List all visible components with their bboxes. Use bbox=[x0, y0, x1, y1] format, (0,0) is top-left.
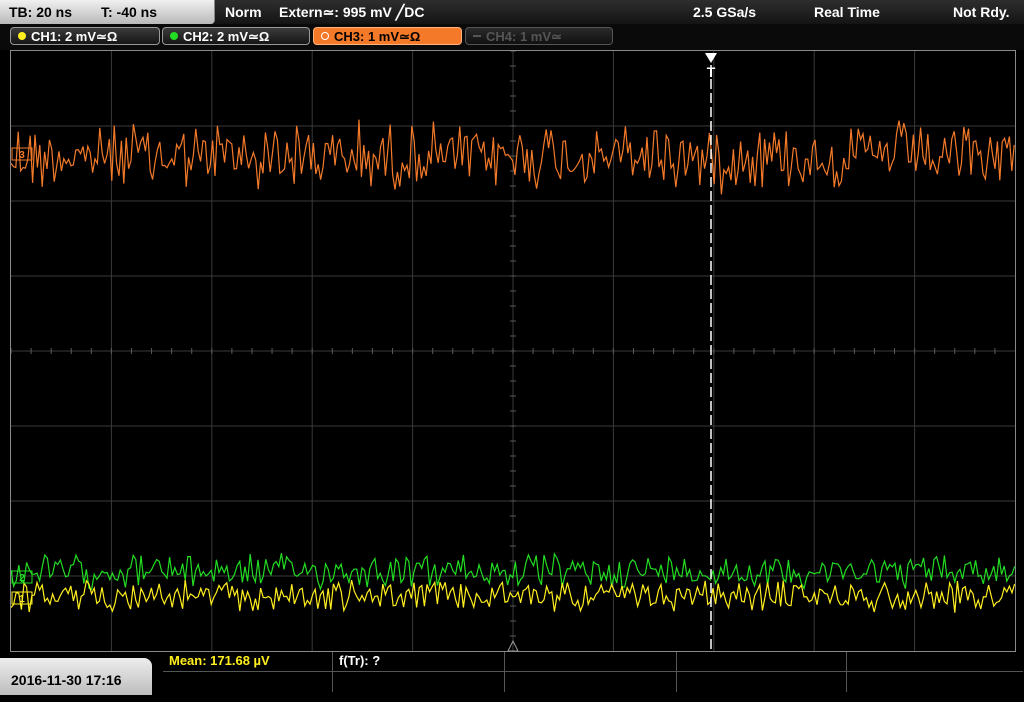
channel-2-indicator-icon bbox=[170, 32, 178, 40]
channel-3-label: CH3: 1 mV≃Ω bbox=[334, 29, 421, 44]
measurement-slot[interactable] bbox=[677, 672, 847, 692]
measurement-slot[interactable] bbox=[847, 672, 1023, 692]
measurement-slot[interactable] bbox=[847, 652, 1023, 672]
mean-measurement[interactable]: Mean: 171.68 µV bbox=[163, 652, 333, 672]
timebase-value[interactable]: TB: 20 ns bbox=[9, 0, 72, 24]
date-time: 2016-11-30 17:16 bbox=[0, 658, 152, 695]
channel-2-level-marker-label: 2 bbox=[19, 573, 25, 584]
trigger-status: Not Rdy. bbox=[953, 4, 1010, 20]
trigger-marker-label: T bbox=[707, 64, 716, 80]
measurement-bar: 2016-11-30 17:16 Mean: 171.68 µV f(Tr): … bbox=[0, 652, 1024, 695]
channel-2-label: CH2: 2 mV≃Ω bbox=[183, 29, 270, 44]
measurement-slot[interactable] bbox=[163, 672, 333, 692]
waveform-canvas[interactable]: T 3 2 1 bbox=[11, 51, 1015, 651]
channel-2-level-marker: 2 bbox=[11, 570, 33, 584]
measurement-table: Mean: 171.68 µV f(Tr): ? bbox=[163, 652, 1023, 695]
channel-1-tab[interactable]: CH1: 2 mV≃Ω bbox=[10, 27, 160, 45]
waveform-display[interactable]: T 3 2 1 bbox=[10, 50, 1016, 652]
measurement-slot[interactable] bbox=[677, 652, 847, 672]
channel-2-tab[interactable]: CH2: 2 mV≃Ω bbox=[162, 27, 310, 45]
channel-tabs: CH1: 2 mV≃Ω CH2: 2 mV≃Ω CH3: 1 mV≃Ω CH4:… bbox=[0, 24, 1024, 50]
frequency-measurement[interactable]: f(Tr): ? bbox=[333, 652, 505, 672]
sample-rate: 2.5 GSa/s bbox=[693, 4, 757, 20]
acquisition-type: Real Time bbox=[814, 4, 880, 20]
measurement-slot[interactable] bbox=[505, 672, 677, 692]
channel-4-tab[interactable]: CH4: 1 mV≃ bbox=[465, 27, 613, 45]
channel-4-label: CH4: 1 mV≃ bbox=[486, 29, 562, 44]
measurement-slot[interactable] bbox=[333, 672, 505, 692]
trigger-arrow-icon bbox=[705, 53, 717, 63]
status-bar: TB: 20 ns T: -40 ns Norm Extern≃: 995 mV… bbox=[0, 0, 1024, 24]
channel-3-tab[interactable]: CH3: 1 mV≃Ω bbox=[313, 27, 462, 45]
channel-1-level-marker-label: 1 bbox=[19, 594, 25, 605]
channel-3-level-marker-label: 3 bbox=[19, 150, 25, 161]
channel-3-indicator-icon bbox=[321, 32, 329, 40]
channel-1-indicator-icon bbox=[18, 32, 26, 40]
trigger-settings[interactable]: Extern≃: 995 mV ╱DC bbox=[279, 0, 424, 24]
channel-4-indicator-icon bbox=[473, 35, 481, 37]
trigger-time-value[interactable]: T: -40 ns bbox=[101, 0, 157, 24]
timebase-panel[interactable]: TB: 20 ns T: -40 ns bbox=[0, 0, 215, 24]
measurement-slot[interactable] bbox=[505, 652, 677, 672]
acquisition-mode[interactable]: Norm bbox=[225, 0, 262, 24]
channel-1-label: CH1: 2 mV≃Ω bbox=[31, 29, 118, 44]
